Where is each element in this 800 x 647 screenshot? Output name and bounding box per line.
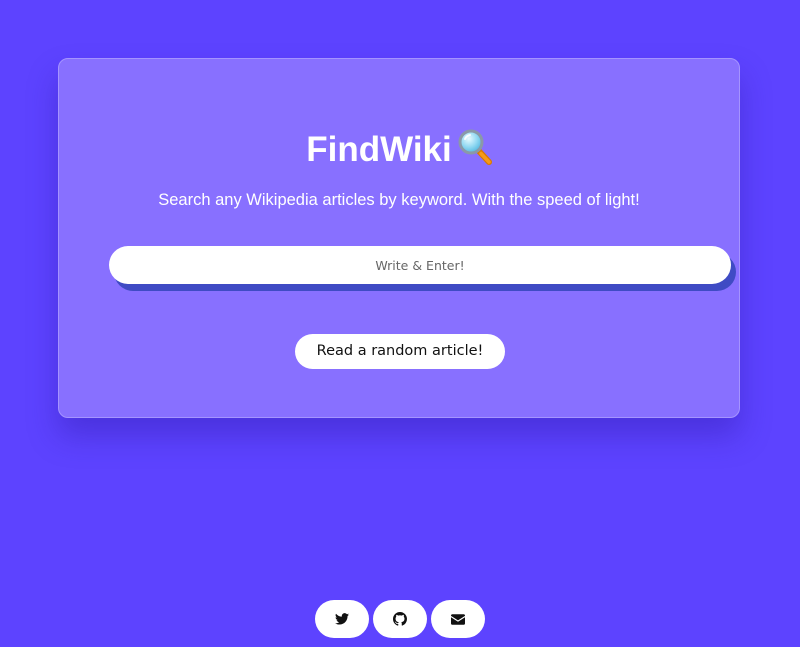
envelope-icon [451, 613, 465, 625]
search-input[interactable] [109, 246, 731, 284]
twitter-link[interactable] [315, 600, 369, 638]
page: FindWiki Search any Wikipedia articles b… [0, 0, 800, 647]
social-links [315, 600, 487, 638]
subtitle: Search any Wikipedia articles by keyword… [158, 191, 640, 209]
github-link[interactable] [373, 600, 427, 638]
page-title: FindWiki [59, 129, 739, 170]
search-field-wrapper [109, 246, 736, 291]
github-icon [393, 612, 407, 626]
email-link[interactable] [431, 600, 485, 638]
random-article-button[interactable]: Read a random article! [295, 334, 505, 369]
search-card: FindWiki Search any Wikipedia articles b… [58, 58, 740, 418]
magnifying-glass-icon [458, 129, 492, 165]
title-text: FindWiki [306, 130, 452, 169]
twitter-icon [335, 613, 349, 625]
